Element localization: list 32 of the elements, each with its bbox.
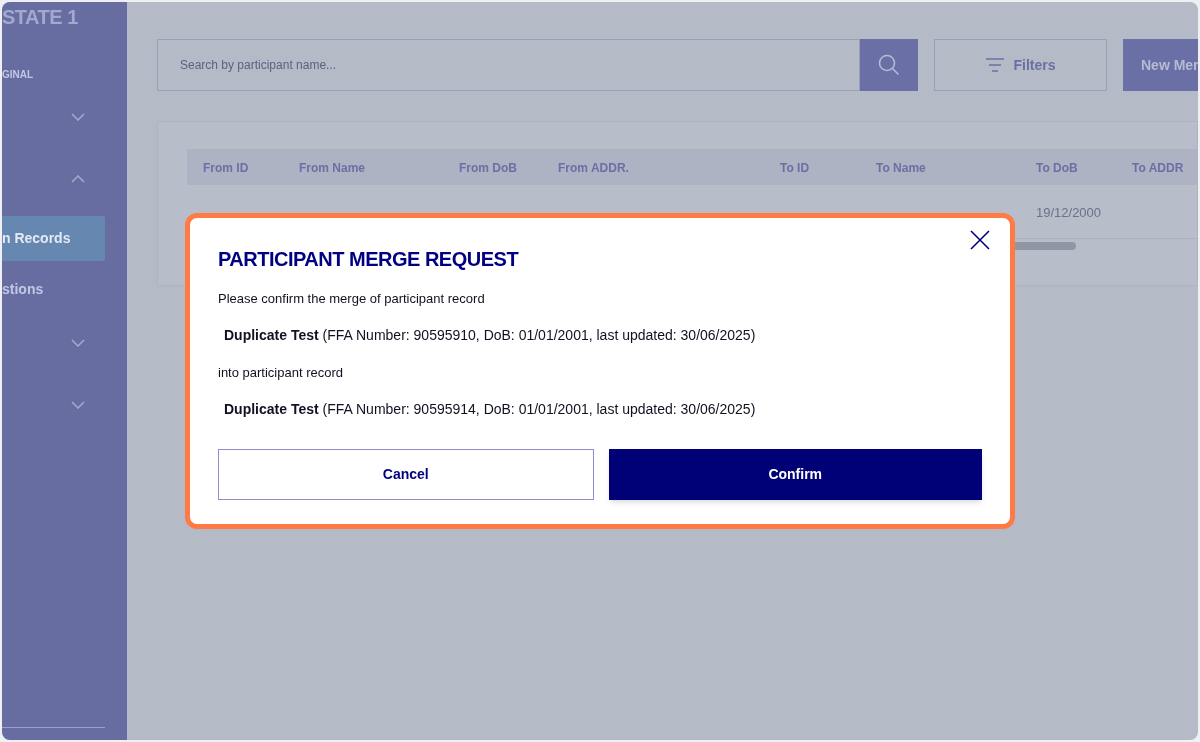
sidebar-caption: GINAL (2, 67, 34, 82)
sidebar-item[interactable]: stions (2, 267, 105, 312)
table-cell: 19/12/2000 (1036, 204, 1102, 220)
column-header: From Name (299, 161, 366, 175)
column-header: From ID (203, 161, 249, 175)
confirm-button[interactable]: Confirm (608, 449, 982, 500)
new-merge-button[interactable]: New Mer (1123, 39, 1198, 91)
chevron-down-icon[interactable] (71, 339, 85, 347)
cancel-button[interactable]: Cancel (218, 449, 594, 500)
record-details: Duplicate Test (FFA Number: 90595910, DoB: 01/01/2001, last updated: 30/06/2025) (224, 326, 756, 345)
chevron-down-icon[interactable] (71, 401, 85, 409)
column-header: To DoB (1036, 161, 1078, 175)
filter-icon (985, 58, 1006, 72)
column-header: To Name (876, 161, 926, 175)
search-icon (878, 54, 900, 76)
dialog-text: into participant record (218, 363, 343, 382)
dialog-title: PARTICIPANT MERGE REQUEST (218, 247, 520, 272)
column-header: From DoB (459, 161, 517, 175)
column-header: To ADDR (1132, 161, 1184, 175)
chevron-up-icon[interactable] (71, 175, 85, 183)
filters-button[interactable]: Filters (934, 39, 1107, 91)
search-field[interactable]: Search by participant name... (157, 39, 860, 91)
column-header: From ADDR. (558, 161, 629, 175)
sidebar-item[interactable]: n Records (2, 216, 105, 261)
chevron-down-icon[interactable] (71, 113, 85, 121)
dialog-text: Please confirm the merge of participant record (218, 289, 485, 308)
close-icon (970, 230, 990, 250)
app-title: STATE 1 (2, 5, 78, 30)
column-header: To ID (780, 161, 810, 175)
search-button[interactable] (860, 39, 918, 91)
close-button[interactable] (968, 228, 992, 252)
record-details: Duplicate Test (FFA Number: 90595914, DoB: 01/01/2001, last updated: 30/06/2025) (224, 400, 756, 419)
